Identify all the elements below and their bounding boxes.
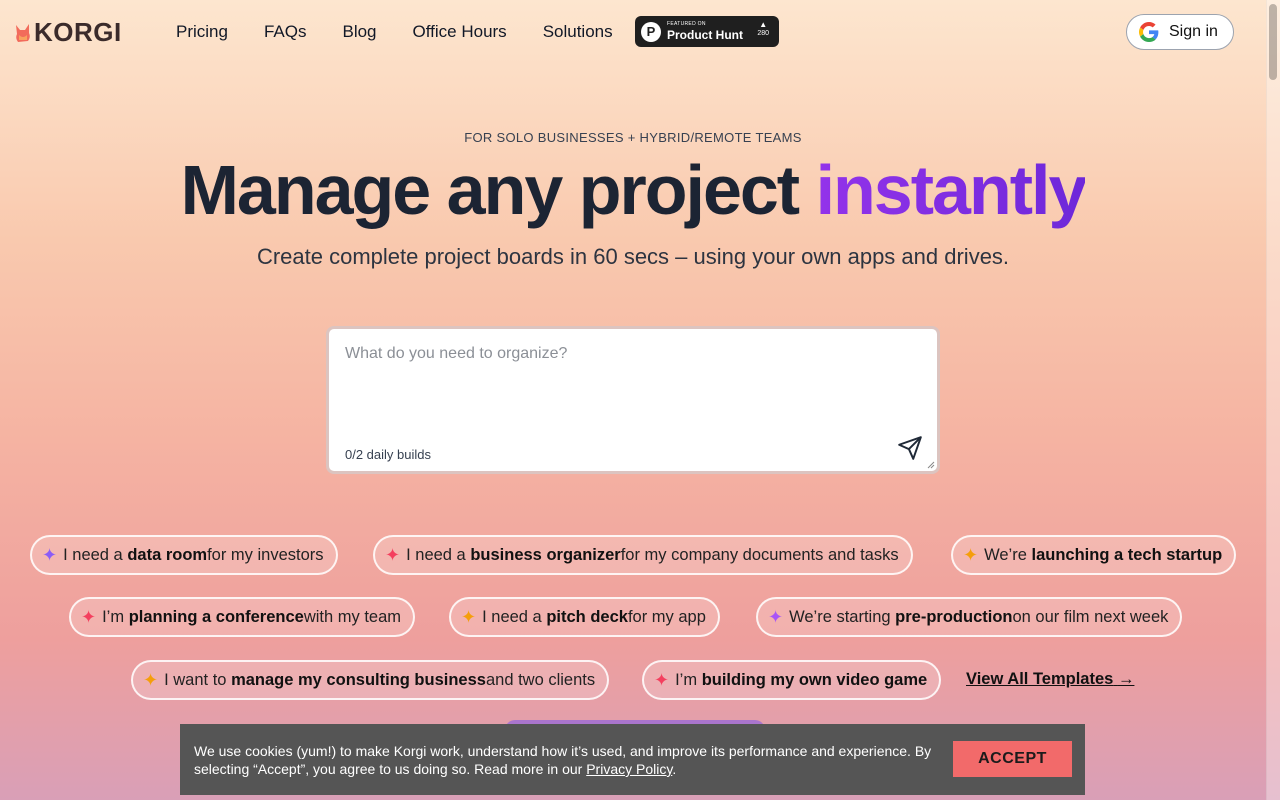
scrollbar-thumb[interactable] (1269, 4, 1277, 80)
chip-bold: pre-production (895, 607, 1013, 626)
headline-accent: instantly (815, 151, 1088, 229)
template-chip-pre-production[interactable]: ✦ We’re starting pre-production on our f… (756, 597, 1183, 637)
nav-office-hours[interactable]: Office Hours (413, 22, 507, 42)
brand-logo[interactable]: KORGI (14, 17, 122, 48)
cookie-text-end: . (672, 761, 677, 777)
view-all-templates-link[interactable]: View All Templates → (966, 670, 1134, 689)
chip-text: for my company documents and tasks (620, 545, 899, 564)
send-icon[interactable] (897, 435, 923, 461)
arrow-right-icon: → (1117, 670, 1135, 688)
sparkle-icon: ✦ (963, 545, 979, 565)
chip-bold: data room (127, 545, 208, 564)
ph-count: 280 (757, 29, 769, 37)
nav-faqs[interactable]: FAQs (264, 22, 307, 42)
hero-headline: Manage any project instantly (0, 150, 1266, 230)
nav-pricing[interactable]: Pricing (176, 22, 228, 42)
chip-bold: manage my consulting business (231, 670, 486, 689)
view-all-label: View All Templates (966, 670, 1114, 688)
template-chip-video-game[interactable]: ✦ I’m building my own video game (642, 660, 942, 700)
sign-in-label: Sign in (1169, 23, 1218, 40)
chip-text: I need a (482, 607, 542, 626)
sparkle-icon: ✦ (461, 607, 477, 627)
chip-bold: planning a conference (128, 607, 304, 626)
hero-eyebrow: FOR SOLO BUSINESSES + HYBRID/REMOTE TEAM… (464, 130, 802, 145)
sparkle-icon: ✦ (385, 545, 401, 565)
accept-cookies-button[interactable]: ACCEPT (953, 741, 1072, 777)
sparkle-icon: ✦ (81, 607, 97, 627)
chip-bold: business organizer (470, 545, 621, 564)
sign-in-button[interactable]: Sign in (1126, 14, 1234, 50)
chip-text: I need a (406, 545, 466, 564)
page-scrollbar[interactable] (1266, 0, 1280, 800)
main-nav: Pricing FAQs Blog Office Hours Solutions (176, 22, 649, 42)
chip-text: I need a (63, 545, 123, 564)
template-chip-conference[interactable]: ✦ I’m planning a conference with my team (69, 597, 415, 637)
product-hunt-icon: P (641, 21, 661, 42)
product-hunt-badge[interactable]: P FEATURED ON Product Hunt ▲ 280 (635, 16, 779, 47)
template-chip-pitch-deck[interactable]: ✦ I need a pitch deck for my app (449, 597, 720, 637)
template-chip-consulting[interactable]: ✦ I want to manage my consulting busines… (131, 660, 610, 700)
chip-text: We’re starting (789, 607, 891, 626)
ph-featured-label: FEATURED ON (667, 21, 706, 27)
sparkle-icon: ✦ (42, 545, 58, 565)
chip-text: and two clients (485, 670, 596, 689)
ph-name: Product Hunt (667, 28, 743, 42)
upvote-triangle-icon: ▲ (759, 20, 768, 29)
privacy-policy-link[interactable]: Privacy Policy (586, 761, 672, 777)
cookie-text: We use cookies (yum!) to make Korgi work… (194, 743, 932, 777)
ph-upvotes: ▲ 280 (757, 20, 769, 37)
organize-prompt-input[interactable] (345, 345, 905, 425)
resize-handle-icon[interactable] (927, 461, 935, 469)
chip-text: I want to (164, 670, 227, 689)
template-chip-data-room[interactable]: ✦ I need a data room for my investors (30, 535, 338, 575)
chip-text: on our film next week (1012, 607, 1169, 626)
chip-bold: pitch deck (546, 607, 628, 626)
headline-main: Manage any project (180, 151, 816, 229)
template-chip-business-organizer[interactable]: ✦ I need a business organizer for my com… (373, 535, 913, 575)
sparkle-icon: ✦ (654, 670, 670, 690)
cookie-banner: We use cookies (yum!) to make Korgi work… (180, 724, 1085, 795)
nav-blog[interactable]: Blog (342, 22, 376, 42)
template-chip-tech-startup[interactable]: ✦ We’re launching a tech startup (951, 535, 1237, 575)
chip-text: I’m (102, 607, 125, 626)
chip-text: I’m (675, 670, 698, 689)
sparkle-icon: ✦ (768, 607, 784, 627)
chip-text: We’re (984, 545, 1027, 564)
prompt-box: 0/2 daily builds (326, 326, 940, 474)
nav-solutions[interactable]: Solutions (543, 22, 613, 42)
brand-name: KORGI (34, 17, 122, 47)
hero-subhead: Create complete project boards in 60 sec… (256, 244, 1010, 269)
chip-text: with my team (303, 607, 401, 626)
chip-bold: launching a tech startup (1031, 545, 1223, 564)
chip-text: for my app (627, 607, 706, 626)
daily-builds-counter: 0/2 daily builds (345, 447, 431, 462)
chip-text: for my investors (207, 545, 324, 564)
chip-bold: building my own video game (701, 670, 928, 689)
corgi-icon (16, 23, 30, 42)
cookie-message: We use cookies (yum!) to make Korgi work… (194, 742, 944, 778)
google-icon (1139, 22, 1159, 42)
sparkle-icon: ✦ (143, 670, 159, 690)
site-header: KORGI Pricing FAQs Blog Office Hours Sol… (0, 0, 1266, 64)
